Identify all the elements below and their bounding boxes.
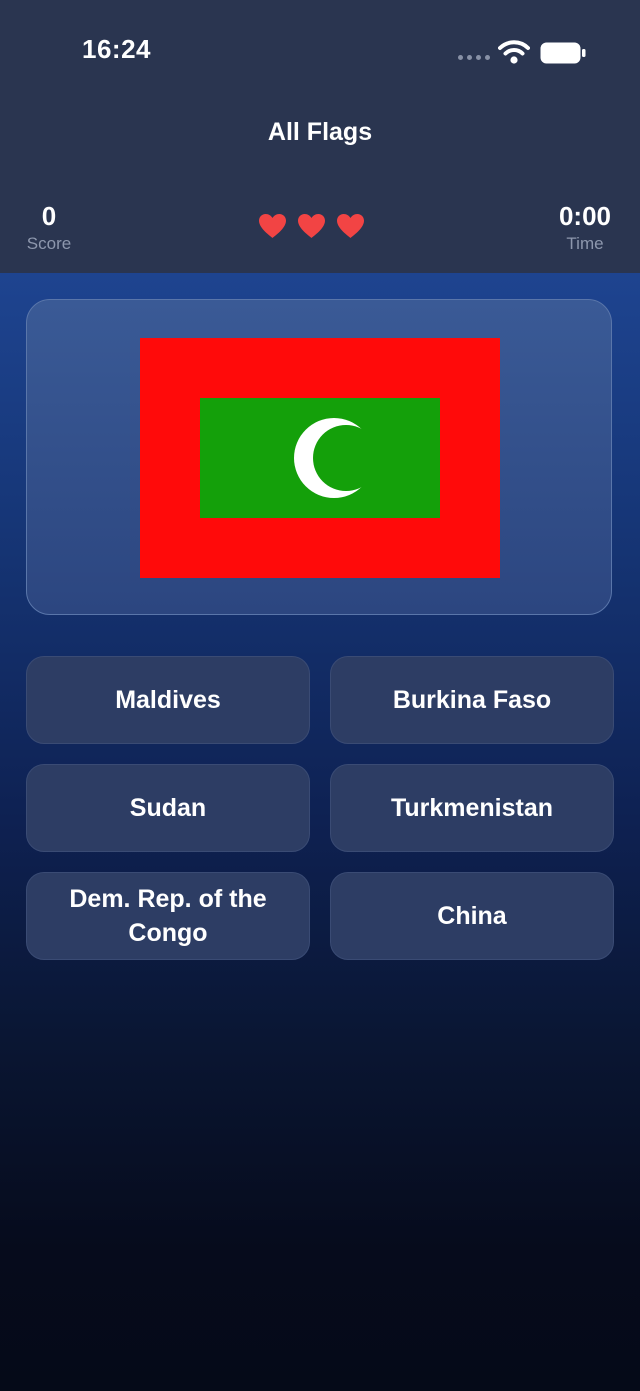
answer-option-turkmenistan[interactable]: Turkmenistan — [330, 764, 614, 852]
score-stat: 0 Score — [14, 200, 84, 256]
answer-option-china[interactable]: China — [330, 872, 614, 960]
time-value: 0:00 — [558, 201, 612, 231]
cellular-signal-icon — [458, 55, 490, 60]
answer-option-dr-congo[interactable]: Dem. Rep. of the Congo — [26, 872, 310, 960]
answer-option-sudan[interactable]: Sudan — [26, 764, 310, 852]
status-time: 16:24 — [82, 34, 151, 64]
wifi-icon — [498, 40, 530, 64]
page-title: All Flags — [267, 118, 373, 146]
quiz-screen: 16:24 All Flags 0 Score 0:00 Time Maldiv… — [0, 0, 640, 1391]
heart-icon — [259, 214, 286, 238]
score-label: Score — [26, 234, 72, 253]
time-stat: 0:00 Time — [540, 200, 630, 256]
battery-icon — [540, 42, 586, 64]
heart-icon — [337, 214, 364, 238]
answer-option-maldives[interactable]: Maldives — [26, 656, 310, 744]
maldives-flag-icon — [140, 338, 500, 578]
score-value: 0 — [41, 201, 57, 231]
time-label: Time — [566, 234, 604, 253]
heart-icon — [298, 214, 325, 238]
answer-option-burkina-faso[interactable]: Burkina Faso — [330, 656, 614, 744]
top-bar: 16:24 All Flags 0 Score 0:00 Time — [0, 0, 640, 273]
lives-indicator — [258, 213, 365, 239]
